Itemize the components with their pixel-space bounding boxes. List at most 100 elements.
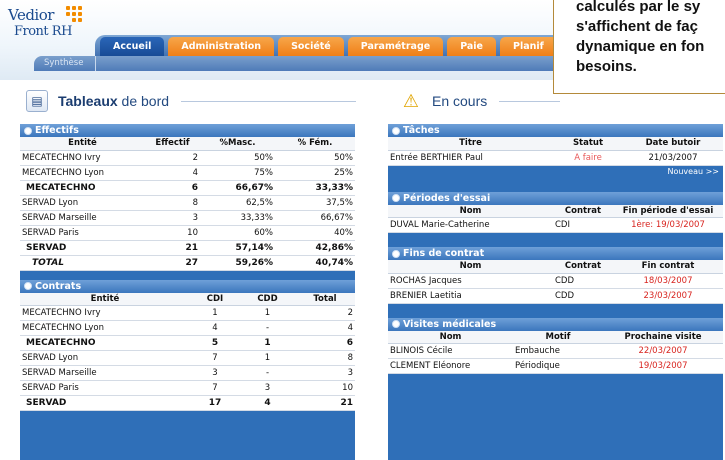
cell: 10	[145, 225, 200, 241]
col-fin-contrat: Fin contrat	[613, 260, 723, 274]
cell: 60%	[200, 225, 275, 241]
cell: TOTAL	[20, 255, 145, 271]
col-date-butoir: Date butoir	[623, 137, 723, 151]
effectifs-title-text: Effectifs	[35, 125, 79, 136]
nav-tabs: Accueil Administration Société Paramétra…	[100, 37, 557, 57]
subtab-synthese[interactable]: Synthèse	[44, 56, 97, 71]
cell: 18/03/2007	[613, 273, 723, 289]
tab-administration[interactable]: Administration	[168, 37, 275, 57]
effectifs-table: Entité Effectif %Masc. % Fém. MECATECHNO…	[20, 137, 355, 271]
table-row[interactable]: BRENIER Laetitia CDD 23/03/2007	[388, 288, 723, 304]
table-row[interactable]: BLINOIS Cécile Embauche 22/03/2007	[388, 343, 723, 359]
cell: SERVAD	[20, 395, 190, 411]
col-contrat: Contrat	[553, 260, 613, 274]
col-motif: Motif	[513, 330, 603, 344]
nouveau-link[interactable]: Nouveau >>	[388, 165, 723, 178]
cell: 1	[190, 305, 240, 321]
cell: 1ère: 19/03/2007	[613, 217, 723, 233]
table-row-total[interactable]: TOTAL 27 59,26% 40,74%	[20, 255, 355, 271]
tab-planif[interactable]: Planif	[500, 37, 557, 57]
table-row-subtotal[interactable]: SERVAD 17 4 21	[20, 395, 355, 411]
tab-paie[interactable]: Paie	[447, 37, 497, 57]
table-row[interactable]: MECATECHNO Ivry 1 1 2	[20, 305, 355, 321]
bullet-icon	[24, 282, 32, 290]
cell: CDD	[553, 273, 613, 289]
cell: DUVAL Marie-Catherine	[388, 217, 553, 233]
main-content: ▤ Tableaux de bord ⚠ En cours Effectifs …	[0, 80, 725, 460]
cell: 7	[190, 380, 240, 396]
cell: 23/03/2007	[613, 288, 723, 304]
cell: BRENIER Laetitia	[388, 288, 553, 304]
col-fin-essai: Fin période d'essai	[613, 204, 723, 218]
table-row[interactable]: SERVAD Paris 7 3 10	[20, 380, 355, 396]
cell: 66,67%	[275, 210, 355, 226]
cell: 10	[295, 380, 355, 396]
cell: 4	[295, 320, 355, 336]
cell: 66,67%	[200, 180, 275, 196]
tab-societe[interactable]: Société	[278, 37, 344, 57]
cell: 7	[190, 350, 240, 366]
bullet-icon	[392, 194, 400, 202]
visites-table: Nom Motif Prochaine visite BLINOIS Cécil…	[388, 330, 723, 374]
col-titre: Titre	[388, 137, 553, 151]
col-statut: Statut	[553, 137, 623, 151]
col-nom: Nom	[388, 204, 553, 218]
table-row[interactable]: SERVAD Marseille 3 33,33% 66,67%	[20, 210, 355, 226]
table-row[interactable]: SERVAD Paris 10 60% 40%	[20, 225, 355, 241]
cell: 4	[240, 395, 295, 411]
table-row[interactable]: SERVAD Lyon 8 62,5% 37,5%	[20, 195, 355, 211]
tab-parametrage[interactable]: Paramétrage	[347, 37, 444, 57]
table-row[interactable]: Entrée BERTHIER Paul A faire 21/03/2007	[388, 150, 723, 166]
fins-title-text: Fins de contrat	[403, 248, 485, 259]
en-cours-title: En cours	[432, 93, 488, 109]
cell: CLEMENT Eléonore	[388, 358, 513, 374]
cell: 2	[145, 150, 200, 166]
table-row[interactable]: DUVAL Marie-Catherine CDI 1ère: 19/03/20…	[388, 217, 723, 233]
visites-title-text: Visites médicales	[403, 318, 497, 330]
cell: 21	[295, 395, 355, 411]
status-cell: A faire	[553, 150, 623, 166]
contrats-title-text: Contrats	[35, 280, 82, 292]
cell: 50%	[200, 150, 275, 166]
tab-accueil[interactable]: Accueil	[100, 37, 165, 57]
cell: 33,33%	[200, 210, 275, 226]
taches-title-text: Tâches	[403, 125, 440, 136]
cell: 25%	[275, 165, 355, 181]
table-row-subtotal[interactable]: MECATECHNO 5 1 6	[20, 335, 355, 351]
cell: 22/03/2007	[603, 343, 723, 359]
cell: Embauche	[513, 343, 603, 359]
cell: 40%	[275, 225, 355, 241]
table-row[interactable]: CLEMENT Eléonore Périodique 19/03/2007	[388, 358, 723, 374]
tableaux-title-part1: Tableaux	[58, 93, 118, 109]
table-row-subtotal[interactable]: SERVAD 21 57,14% 42,86%	[20, 240, 355, 256]
cell: SERVAD Paris	[20, 225, 145, 241]
table-row[interactable]: SERVAD Marseille 3 - 3	[20, 365, 355, 381]
table-row-subtotal[interactable]: MECATECHNO 6 66,67% 33,33%	[20, 180, 355, 196]
left-panel: Effectifs Entité Effectif %Masc. % Fém. …	[20, 124, 355, 460]
cell: MECATECHNO	[20, 180, 145, 196]
essai-title-text: Périodes d'essai	[403, 192, 491, 204]
cell: 6	[145, 180, 200, 196]
cell: SERVAD Marseille	[20, 210, 145, 226]
col-entite: Entité	[20, 137, 145, 151]
fins-title: Fins de contrat	[388, 247, 723, 260]
cell: 3	[295, 365, 355, 381]
essai-title: Périodes d'essai	[388, 191, 723, 205]
table-row[interactable]: ROCHAS Jacques CDD 18/03/2007	[388, 273, 723, 289]
cell: BLINOIS Cécile	[388, 343, 513, 359]
callout-box: calculés par le sy s'affichent de faç dy…	[553, 0, 725, 94]
cell: -	[240, 365, 295, 381]
cell: SERVAD	[20, 240, 145, 256]
col-total: Total	[295, 292, 355, 306]
essai-table: Nom Contrat Fin période d'essai DUVAL Ma…	[388, 204, 723, 233]
table-row[interactable]: MECATECHNO Ivry 2 50% 50%	[20, 150, 355, 166]
cell: 37,5%	[275, 195, 355, 211]
table-row[interactable]: MECATECHNO Lyon 4 - 4	[20, 320, 355, 336]
table-row[interactable]: SERVAD Lyon 7 1 8	[20, 350, 355, 366]
cell: 17	[190, 395, 240, 411]
table-row[interactable]: MECATECHNO Lyon 4 75% 25%	[20, 165, 355, 181]
cell: 3	[190, 365, 240, 381]
taches-table: Titre Statut Date butoir Entrée BERTHIER…	[388, 137, 723, 166]
